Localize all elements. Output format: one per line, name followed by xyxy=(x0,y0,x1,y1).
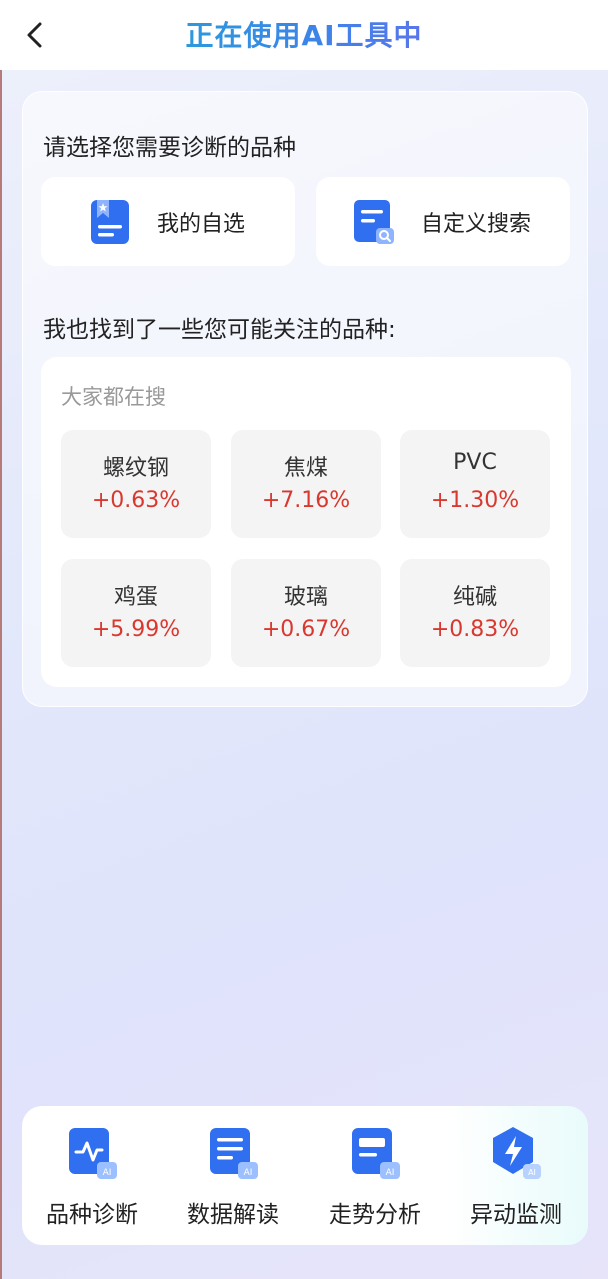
tool-label: 数据解读 xyxy=(187,1202,279,1228)
commodity-tile[interactable]: 鸡蛋 +5.99% xyxy=(61,559,211,667)
lightning-ai-icon: AI xyxy=(493,1127,541,1179)
commodity-tile[interactable]: PVC +1.30% xyxy=(400,430,550,538)
commodity-name: 螺纹钢 xyxy=(102,456,169,481)
hot-search-title: 大家都在搜 xyxy=(61,385,166,409)
custom-search-label: 自定义搜索 xyxy=(421,212,532,237)
svg-text:AI: AI xyxy=(386,1168,395,1178)
analysis-ai-icon: AI xyxy=(352,1128,400,1179)
watchlist-icon xyxy=(91,200,129,244)
commodity-tile[interactable]: 玻璃 +0.67% xyxy=(231,559,381,667)
commodity-change: +7.16% xyxy=(261,488,351,513)
window-edge xyxy=(0,0,2,1279)
custom-search-button[interactable]: 自定义搜索 xyxy=(316,177,570,266)
commodity-name: 玻璃 xyxy=(283,585,328,610)
tool-label: 异动监测 xyxy=(470,1202,562,1228)
svg-text:AI: AI xyxy=(528,1168,536,1177)
commodity-change: +0.83% xyxy=(430,617,520,642)
commodity-change: +5.99% xyxy=(91,617,181,642)
my-watchlist-button[interactable]: 我的自选 xyxy=(41,177,295,266)
commodity-change: +0.67% xyxy=(261,617,351,642)
tool-data-interpretation[interactable]: AI 数据解读 xyxy=(163,1106,303,1245)
suggest-title: 我也找到了一些您可能关注的品种: xyxy=(43,317,396,343)
commodity-tile[interactable]: 纯碱 +0.83% xyxy=(400,559,550,667)
my-watchlist-label: 我的自选 xyxy=(157,212,246,237)
tool-variety-diagnosis[interactable]: AI 品种诊断 xyxy=(22,1106,162,1245)
commodity-tile[interactable]: 焦煤 +7.16% xyxy=(231,430,381,538)
commodity-name: 焦煤 xyxy=(283,456,328,481)
tool-label: 走势分析 xyxy=(329,1202,421,1228)
commodity-change: +1.30% xyxy=(430,488,520,513)
commodity-name: 鸡蛋 xyxy=(113,585,158,610)
hot-search-card: 大家都在搜 螺纹钢 +0.63% 焦煤 +7.16% PVC +1.30% 鸡蛋… xyxy=(41,357,571,687)
document-search-icon xyxy=(354,200,394,244)
document-ai-icon: AI xyxy=(210,1128,258,1179)
commodity-name: PVC xyxy=(453,450,497,475)
page-title: 正在使用AI工具中 xyxy=(0,14,608,54)
svg-text:AI: AI xyxy=(244,1168,253,1178)
selection-panel: 请选择您需要诊断的品种 我的自选 自定义搜索 我也找到了一些您可能关注的品种: … xyxy=(22,91,588,707)
commodity-change: +0.63% xyxy=(91,488,181,513)
top-nav-bar: 正在使用AI工具中 xyxy=(0,0,608,70)
ai-tools-dock: AI 品种诊断 AI 数据解读 AI 走势分析 AI 异动监测 xyxy=(22,1106,588,1245)
pulse-ai-icon: AI xyxy=(69,1128,117,1179)
tool-label: 品种诊断 xyxy=(46,1202,138,1228)
commodity-name: 纯碱 xyxy=(452,585,497,610)
commodity-tile[interactable]: 螺纹钢 +0.63% xyxy=(61,430,211,538)
tool-trend-analysis[interactable]: AI 走势分析 xyxy=(305,1106,445,1245)
select-title: 请选择您需要诊断的品种 xyxy=(43,135,296,161)
tool-anomaly-monitoring[interactable]: AI 异动监测 xyxy=(446,1106,586,1245)
svg-text:AI: AI xyxy=(103,1168,112,1178)
